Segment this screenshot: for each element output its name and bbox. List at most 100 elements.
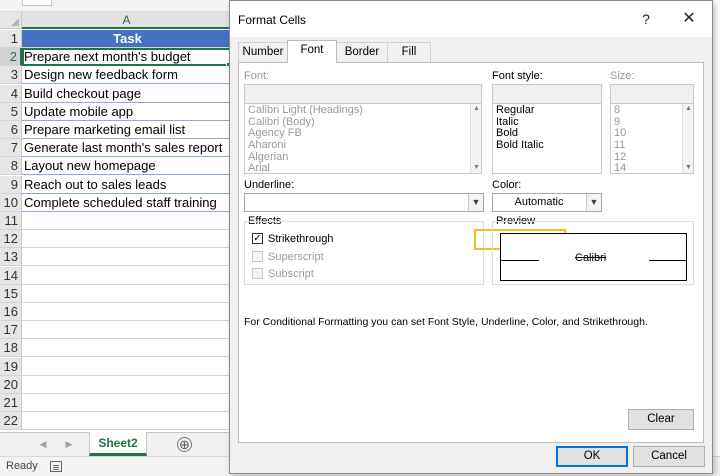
font-list-scrollbar[interactable]: ▲ ▼ xyxy=(470,104,481,173)
table-cell[interactable]: Design new feedback form xyxy=(22,66,232,84)
preview-baseline-right xyxy=(649,260,687,261)
table-cell[interactable] xyxy=(22,212,232,230)
underline-dropdown[interactable]: ▼ xyxy=(244,193,484,212)
name-box-stub xyxy=(22,0,52,6)
list-item[interactable]: Calibri Light (Headings) xyxy=(245,104,481,117)
row-header-18[interactable]: 18 xyxy=(0,339,22,357)
row-header-12[interactable]: 12 xyxy=(0,230,22,248)
size-list[interactable]: 8 9 10 11 12 14 ▲ ▼ xyxy=(610,103,694,174)
table-cell[interactable] xyxy=(22,230,232,248)
table-cell[interactable] xyxy=(22,412,232,430)
clear-button[interactable]: Clear xyxy=(628,409,694,430)
row-header-1[interactable]: 1 xyxy=(0,30,22,48)
size-label: Size: xyxy=(610,70,635,82)
table-cell[interactable] xyxy=(22,376,232,394)
font-style-input[interactable] xyxy=(492,84,602,104)
row-header-6[interactable]: 6 xyxy=(0,121,22,139)
row-header-22[interactable]: 22 xyxy=(0,412,22,430)
chevron-down-icon[interactable]: ▼ xyxy=(586,194,601,211)
scroll-down-icon[interactable]: ▼ xyxy=(472,163,481,173)
list-item[interactable]: 8 xyxy=(611,104,693,117)
table-cell[interactable] xyxy=(22,303,232,321)
tab-border[interactable]: Border xyxy=(336,42,388,62)
list-item[interactable]: Aharoni xyxy=(245,139,481,152)
ok-button[interactable]: OK xyxy=(556,446,628,467)
color-label: Color: xyxy=(492,179,522,191)
column-header-a[interactable]: A xyxy=(22,12,232,29)
row-header-4[interactable]: 4 xyxy=(0,85,22,103)
row-header-13[interactable]: 13 xyxy=(0,248,22,266)
table-cell[interactable] xyxy=(22,267,232,285)
font-list[interactable]: Calibri Light (Headings) Calibri (Body) Ag… xyxy=(244,103,482,174)
tab-number[interactable]: Number xyxy=(238,42,288,62)
row-header-19[interactable]: 19 xyxy=(0,358,22,376)
row-header-9[interactable]: 9 xyxy=(0,176,22,194)
row-header-17[interactable]: 17 xyxy=(0,321,22,339)
row-header-2[interactable]: 2 xyxy=(0,48,22,66)
cancel-button[interactable]: Cancel xyxy=(633,446,705,467)
table-cell[interactable]: Complete scheduled staff training xyxy=(22,194,232,212)
next-sheet-icon[interactable]: ▶ xyxy=(64,439,74,449)
row-header-10[interactable]: 10 xyxy=(0,194,22,212)
close-icon[interactable]: ✕ xyxy=(678,9,700,29)
prev-sheet-icon[interactable]: ◀ xyxy=(38,439,48,449)
row-header-3[interactable]: 3 xyxy=(0,66,22,84)
size-list-scrollbar[interactable]: ▲ ▼ xyxy=(682,104,693,173)
table-cell[interactable] xyxy=(22,248,232,266)
row-header-7[interactable]: 7 xyxy=(0,139,22,157)
underline-label: Underline: xyxy=(244,179,295,191)
tab-font[interactable]: Font xyxy=(287,40,337,63)
strikethrough-option[interactable]: ✓ Strikethrough xyxy=(252,231,362,247)
row-header-20[interactable]: 20 xyxy=(0,376,22,394)
scroll-up-icon[interactable]: ▲ xyxy=(684,104,693,114)
size-input[interactable] xyxy=(610,84,694,104)
table-cell[interactable] xyxy=(22,358,232,376)
select-all-corner[interactable] xyxy=(0,12,22,29)
table-cell[interactable]: Prepare marketing email list xyxy=(22,121,232,139)
row-header-11[interactable]: 11 xyxy=(0,212,22,230)
color-dropdown[interactable]: Automatic ▼ xyxy=(492,193,602,212)
font-label: Font: xyxy=(244,70,270,82)
help-icon[interactable]: ? xyxy=(635,9,657,29)
row-header-5[interactable]: 5 xyxy=(0,103,22,121)
tab-fill[interactable]: Fill xyxy=(387,42,431,62)
page-layout-icon[interactable] xyxy=(50,461,62,472)
table-cell[interactable]: Update mobile app xyxy=(22,103,232,121)
list-item[interactable]: Arial xyxy=(245,163,481,173)
strikethrough-checkbox[interactable]: ✓ xyxy=(252,233,263,244)
table-cell[interactable]: Prepare next month's budget xyxy=(22,48,232,66)
superscript-label: Superscript xyxy=(268,251,324,263)
font-style-list[interactable]: Regular Italic Bold Bold Italic xyxy=(492,103,602,174)
table-cell[interactable]: Layout new homepage xyxy=(22,157,232,175)
table-header-cell[interactable]: Task xyxy=(22,30,232,48)
row-header-8[interactable]: 8 xyxy=(0,157,22,175)
dialog-title: Format Cells xyxy=(238,13,307,27)
table-cell[interactable] xyxy=(22,339,232,357)
scroll-up-icon[interactable]: ▲ xyxy=(472,104,481,114)
row-header-14[interactable]: 14 xyxy=(0,267,22,285)
superscript-option: Superscript xyxy=(252,249,362,265)
table-cell[interactable]: Reach out to sales leads xyxy=(22,176,232,194)
list-item[interactable]: 14 xyxy=(611,163,693,173)
table-cell[interactable]: Generate last month's sales report xyxy=(22,139,232,157)
font-input[interactable] xyxy=(244,84,482,104)
list-item[interactable]: Algerian xyxy=(245,151,481,164)
row-header-21[interactable]: 21 xyxy=(0,394,22,412)
scroll-down-icon[interactable]: ▼ xyxy=(684,163,693,173)
table-cell[interactable] xyxy=(22,321,232,339)
list-item[interactable]: Bold Italic xyxy=(493,139,601,152)
list-item[interactable]: 11 xyxy=(611,139,693,152)
sheet-tab-sheet2[interactable]: Sheet2 xyxy=(89,432,147,456)
format-cells-dialog: Format Cells ? ✕ Number Font Border Fill… xyxy=(229,0,713,474)
row-header-15[interactable]: 15 xyxy=(0,285,22,303)
subscript-label: Subscript xyxy=(268,268,314,280)
chevron-down-icon[interactable]: ▼ xyxy=(468,194,483,211)
conditional-formatting-note: For Conditional Formatting you can set F… xyxy=(244,316,648,328)
color-value: Automatic xyxy=(514,196,564,208)
add-sheet-icon[interactable]: ⊕ xyxy=(177,437,192,452)
list-item[interactable]: Regular xyxy=(493,104,601,117)
table-cell[interactable] xyxy=(22,285,232,303)
row-header-16[interactable]: 16 xyxy=(0,303,22,321)
table-cell[interactable] xyxy=(22,394,232,412)
table-cell[interactable]: Build checkout page xyxy=(22,85,232,103)
